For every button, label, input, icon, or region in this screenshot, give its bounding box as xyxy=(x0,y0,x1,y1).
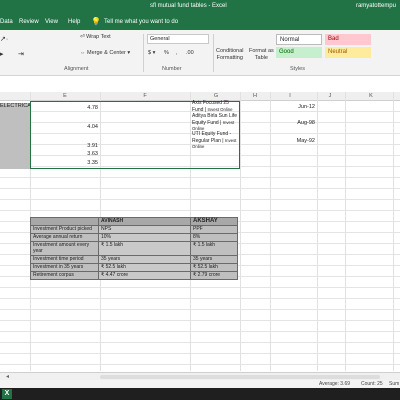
table-row: Investment amount every year ₹ 1.5 lakh … xyxy=(30,241,238,256)
menu-help[interactable]: Help xyxy=(68,19,80,25)
fund-1-date[interactable]: Jun-12 xyxy=(270,104,317,110)
ribbon: ↗· ▸ ⇥ ⏎ Wrap Text ⇔ Merge & Center ▾ Ge… xyxy=(0,30,400,76)
number-format-value: General xyxy=(150,36,170,42)
table-row: Investment time period 35 years 35 years xyxy=(30,255,238,264)
tell-me-box[interactable]: Tell me what you want to do xyxy=(104,19,178,25)
row-label[interactable]: Retirement corpus xyxy=(30,271,99,280)
akshay-value[interactable]: 35 years xyxy=(190,255,238,264)
style-normal[interactable]: Normal xyxy=(276,34,322,45)
table-row: Investment Product picked NPS PPF xyxy=(30,225,238,234)
styles-group-label: Styles xyxy=(290,66,305,72)
avinash-value[interactable]: 10% xyxy=(98,233,191,242)
decimal-button[interactable]: .00 xyxy=(186,50,194,56)
chevron-down-icon: ▾ xyxy=(125,50,131,56)
table-row: Investment in 35 years ₹ 52.5 lakh ₹ 52.… xyxy=(30,263,238,272)
scroll-left-icon[interactable]: ◂ xyxy=(6,373,9,380)
style-bad[interactable]: Bad xyxy=(325,34,371,45)
merge-icon: ⇔ xyxy=(80,50,88,56)
akshay-value[interactable]: ₹ 2.79 crore xyxy=(190,271,238,280)
menu-review[interactable]: Review xyxy=(19,19,39,25)
style-good[interactable]: Good xyxy=(276,47,322,58)
menu-data[interactable]: Data xyxy=(0,19,13,25)
header-avinash[interactable]: AVINASH xyxy=(98,217,191,226)
comparison-table: AVINASH AKSHAY Investment Product picked… xyxy=(30,217,238,280)
format-as-label-2: Table xyxy=(254,55,268,61)
fund-2-type: Equity Fund xyxy=(192,119,219,126)
status-average: Average: 3.69 xyxy=(319,381,351,387)
col-header-h[interactable]: H xyxy=(250,93,260,99)
row-label[interactable]: Average annual return xyxy=(30,233,99,242)
col-header-k[interactable]: K xyxy=(366,93,376,99)
user-name[interactable]: ramyatottempu xyxy=(356,3,396,9)
row-label[interactable]: Investment time period xyxy=(30,255,99,264)
col-header-j[interactable]: J xyxy=(325,93,335,99)
fund-1-name: Axis Focused 25 xyxy=(192,100,229,106)
akshay-value[interactable]: 8% xyxy=(190,233,238,242)
row-label[interactable]: Investment Product picked xyxy=(30,225,99,234)
row-label[interactable]: Investment amount every year xyxy=(30,241,99,256)
fund-2-name: Aditya Birla Sun Life xyxy=(192,113,238,119)
akshay-value[interactable]: PPF xyxy=(190,225,238,234)
sheet-tab-bar: ◂ xyxy=(0,372,400,380)
increase-indent-icon[interactable]: ⇥ xyxy=(18,50,24,58)
col-header-e[interactable]: E xyxy=(60,93,70,99)
col-header-f[interactable]: F xyxy=(140,93,150,99)
table-header-row: AVINASH AKSHAY xyxy=(30,217,238,226)
cell-electrical[interactable]: ELECTRICAL xyxy=(0,103,30,113)
fund-1-link[interactable]: Invest Online xyxy=(207,107,232,112)
status-sum: Sum xyxy=(389,381,400,387)
table-row: Average annual return 10% 8% xyxy=(30,233,238,242)
conditional-label-2: Formatting xyxy=(216,55,243,61)
orientation-icon[interactable]: ↗· xyxy=(0,35,8,43)
currency-icon[interactable]: $ ▾ xyxy=(148,50,155,56)
wrap-text-label: Wrap Text xyxy=(86,34,111,40)
lightbulb-icon: 💡 xyxy=(91,17,101,26)
format-as-table-button[interactable]: Format as Table xyxy=(249,48,274,62)
taskbar: X xyxy=(0,388,400,400)
indent-icon[interactable]: ▸ xyxy=(0,50,4,58)
col-header-i[interactable]: I xyxy=(285,93,295,99)
cell-grey-block[interactable] xyxy=(0,113,30,169)
avinash-value[interactable]: ₹ 1.5 lakh xyxy=(98,241,191,256)
col-header-g[interactable]: G xyxy=(211,93,221,99)
status-count: Count: 25 xyxy=(361,381,383,387)
fund-3-type: Regular Plan xyxy=(192,137,221,144)
avinash-value[interactable]: NPS xyxy=(98,225,191,234)
style-neutral[interactable]: Neutral xyxy=(325,47,371,58)
akshay-value[interactable]: ₹ 52.5 lakh xyxy=(190,263,238,272)
fund-note-2[interactable]: Aditya Birla Sun Life Equity Fund | Inve… xyxy=(192,113,240,133)
table-row: Retirement corpus ₹ 4.47 crore ₹ 2.79 cr… xyxy=(30,271,238,280)
conditional-label-1: Conditional xyxy=(216,48,244,54)
menu-bar: Data Review View Help 💡 Tell me what you… xyxy=(0,14,400,30)
fund-note-3[interactable]: UTI Equity Fund - Regular Plan | Invest … xyxy=(192,131,240,151)
wrap-text-button[interactable]: ⏎ Wrap Text xyxy=(80,34,111,40)
title-bar: sfl mutual fund tables - Excel ramyatott… xyxy=(0,0,400,14)
fund-3-name: UTI Equity Fund - xyxy=(192,131,232,137)
header-empty[interactable] xyxy=(30,217,99,226)
status-bar: Average: 3.69 Count: 25 Sum xyxy=(0,380,400,388)
alignment-group-label: Alignment xyxy=(64,66,89,72)
conditional-formatting-button[interactable]: Conditional Formatting xyxy=(216,48,244,62)
window-title: sfl mutual fund tables - Excel xyxy=(150,3,227,9)
excel-icon[interactable]: X xyxy=(2,389,12,399)
fund-note-1[interactable]: Axis Focused 25 Fund | Invest Online xyxy=(192,100,240,113)
avinash-value[interactable]: ₹ 4.47 crore xyxy=(98,271,191,280)
fund-1-type: Fund xyxy=(192,106,204,113)
number-group-label: Number xyxy=(162,66,182,72)
number-format-dropdown[interactable]: General xyxy=(147,34,209,44)
avinash-value[interactable]: 35 years xyxy=(98,255,191,264)
row-label[interactable]: Investment in 35 years xyxy=(30,263,99,272)
menu-view[interactable]: View xyxy=(45,19,58,25)
merge-center-label: Merge & Center xyxy=(87,50,126,56)
comma-button[interactable]: , xyxy=(176,50,178,56)
fund-2-date[interactable]: Aug-98 xyxy=(270,120,317,126)
merge-center-button[interactable]: ⇔ Merge & Center ▾ xyxy=(80,50,130,56)
akshay-value[interactable]: ₹ 1.5 lakh xyxy=(190,241,238,256)
percent-button[interactable]: % xyxy=(164,50,169,56)
header-akshay[interactable]: AKSHAY xyxy=(190,217,238,226)
avinash-value[interactable]: ₹ 52.5 lakh xyxy=(98,263,191,272)
format-as-label-1: Format as xyxy=(249,48,274,54)
horizontal-scrollbar[interactable] xyxy=(100,375,380,379)
fund-3-date[interactable]: May-92 xyxy=(270,138,317,144)
